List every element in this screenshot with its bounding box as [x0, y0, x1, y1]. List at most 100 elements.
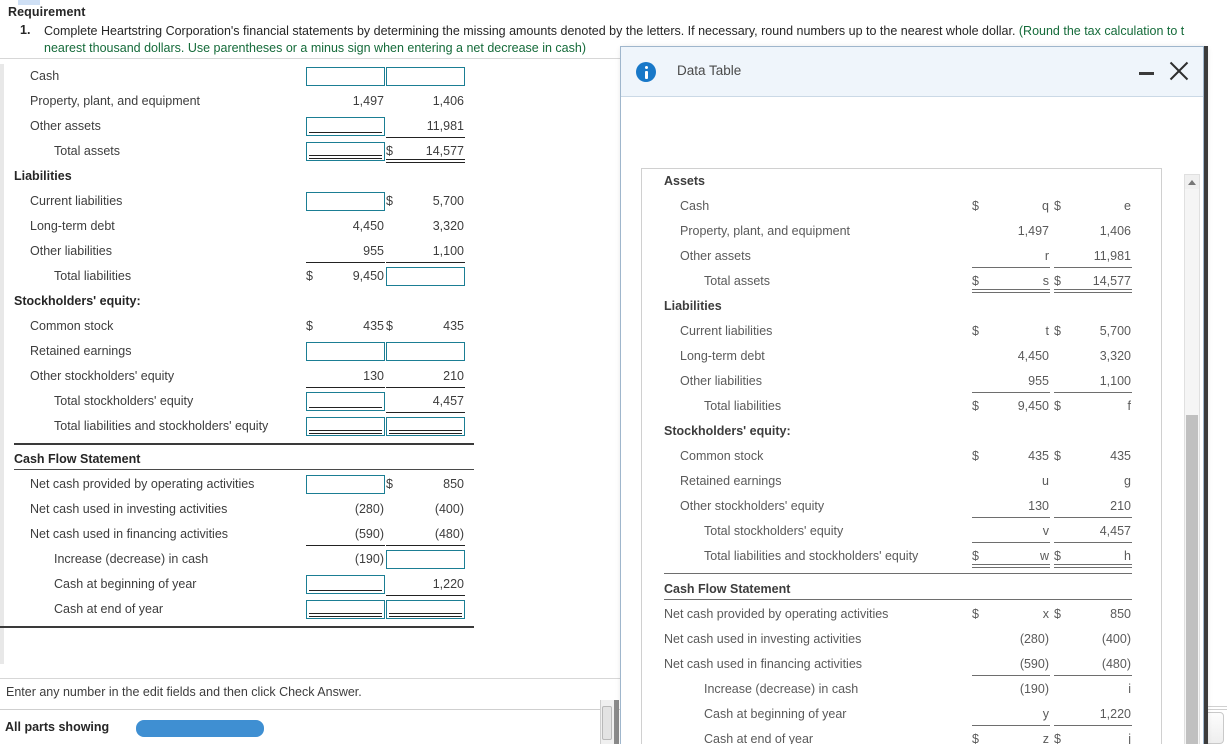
data-table-row-label: Retained earnings	[680, 474, 782, 488]
statement-cell-a[interactable]	[306, 64, 385, 89]
data-table-value: 435	[1028, 449, 1049, 463]
amount-input[interactable]	[306, 192, 385, 211]
statement-cell-a: $9,450	[306, 264, 385, 289]
statement-row: Cash	[0, 64, 620, 89]
statement-row: Net cash used in financing activities (59…	[0, 522, 620, 547]
statement-row-label: Retained earnings	[30, 344, 132, 358]
statement-cell-a[interactable]	[306, 189, 385, 214]
scroll-up-icon[interactable]	[1185, 175, 1199, 189]
data-table-value: 1,100	[1099, 374, 1131, 388]
minimize-icon[interactable]	[1136, 61, 1158, 83]
dialog-title-bar: Data Table	[621, 47, 1203, 97]
amount-value: 5,700	[432, 194, 464, 208]
currency-symbol: $	[1054, 607, 1061, 621]
amount-input[interactable]	[386, 267, 465, 286]
amount-input[interactable]	[386, 342, 465, 361]
currency-symbol: $	[1054, 274, 1061, 288]
amount-input[interactable]	[306, 142, 385, 161]
amount-input[interactable]	[306, 117, 385, 136]
statement-row-label: Other stockholders' equity	[30, 369, 175, 383]
statement-row: Property, plant, and equipment 1,497 1,406	[0, 89, 620, 114]
amount-input[interactable]	[306, 67, 385, 86]
hint-divider	[0, 678, 620, 679]
statement-row: Common stock $435 $435	[0, 314, 620, 339]
currency-symbol: $	[972, 449, 979, 463]
data-table-row-label: Total liabilities and stockholders' equi…	[704, 549, 919, 563]
amount-value: (400)	[434, 502, 464, 516]
amount-value: 210	[443, 369, 464, 383]
amount-input[interactable]	[306, 600, 385, 619]
statement-row: Total liabilities $9,450	[0, 264, 620, 289]
page-scrollbar-edge	[614, 700, 619, 744]
statement-cell-a[interactable]	[306, 339, 385, 364]
statement-cell-a[interactable]	[306, 389, 385, 414]
requirement-heading: Requirement	[8, 5, 86, 19]
amount-input[interactable]	[306, 342, 385, 361]
data-table-value: t	[1045, 324, 1049, 338]
statement-cell-a[interactable]	[306, 472, 385, 497]
data-table-section-header-row: Stockholders' equity:	[642, 419, 1161, 444]
data-table-value: (190)	[1019, 682, 1049, 696]
amount-value: 1,220	[432, 577, 464, 591]
statement-cell-a[interactable]	[306, 597, 385, 622]
dialog-scrollbar-thumb[interactable]	[1186, 415, 1198, 744]
data-table-row-label: Property, plant, and equipment	[680, 224, 851, 238]
statement-row-label: Cash at end of year	[54, 602, 164, 616]
statement-row: Net cash used in investing activities (28…	[0, 497, 620, 522]
amount-value: 435	[363, 319, 384, 333]
amount-input[interactable]	[386, 550, 465, 569]
data-table-value: 130	[1028, 499, 1049, 513]
amount-input[interactable]	[386, 417, 465, 436]
data-table-divider	[664, 599, 1132, 600]
section-header-label: Liabilities	[14, 169, 72, 183]
close-icon[interactable]	[1165, 57, 1193, 85]
dialog-right-edge	[1204, 46, 1208, 744]
data-table-value: y	[1042, 707, 1049, 721]
data-table-cell-b: $435	[1054, 444, 1132, 469]
data-table-cell-a: $ z	[972, 727, 1050, 744]
data-table-value: 4,450	[1017, 349, 1049, 363]
statement-cell-b: $850	[386, 472, 465, 497]
statement-cell-b[interactable]	[386, 547, 465, 572]
amount-input[interactable]	[306, 475, 385, 494]
statement-cell-b: $5,700	[386, 189, 465, 214]
statement-cell-a[interactable]	[306, 114, 385, 139]
data-table-cell-b: $ e	[1054, 194, 1132, 219]
data-table-row-label: Other assets	[680, 249, 751, 263]
data-table-cell-b: 1,406	[1054, 219, 1132, 244]
data-table-cell-a: $9,450	[972, 394, 1050, 419]
data-table-row: Total liabilities and stockholders' equi…	[642, 544, 1161, 569]
amount-value: 3,320	[432, 219, 464, 233]
statement-cell-a[interactable]	[306, 572, 385, 597]
data-table-row-label: Net cash used in financing activities	[664, 657, 863, 671]
statement-cell-a[interactable]	[306, 414, 385, 439]
statement-cell-a: 4,450	[306, 214, 385, 239]
data-table-cell-a: (190)	[972, 677, 1050, 702]
data-table-section-header: Stockholders' equity:	[664, 424, 791, 438]
currency-symbol: $	[1054, 324, 1061, 338]
dialog-scrollbar-track[interactable]	[1184, 174, 1200, 744]
currency-symbol: $	[1054, 549, 1061, 563]
data-table-cell-a: $ s	[972, 269, 1050, 294]
data-table-cell-b: 11,981	[1054, 244, 1132, 269]
data-table-value: 4,457	[1099, 524, 1131, 538]
statement-cell-b[interactable]	[386, 339, 465, 364]
progress-pill[interactable]	[136, 720, 264, 737]
statement-cell-b[interactable]	[386, 597, 465, 622]
dialog-body: Assets Cash $ q $ e Property, plant, and equip…	[621, 98, 1203, 744]
amount-input[interactable]	[306, 392, 385, 411]
amount-input[interactable]	[386, 67, 465, 86]
statement-cell-a[interactable]	[306, 139, 385, 164]
data-table-row: Net cash used in investing activities (28…	[642, 627, 1161, 652]
amount-input[interactable]	[306, 417, 385, 436]
page-scrollbar-thumb[interactable]	[602, 706, 612, 740]
amount-input[interactable]	[306, 575, 385, 594]
amount-input[interactable]	[386, 600, 465, 619]
statement-row-label: Cash	[30, 69, 60, 83]
data-table-section-header: Liabilities	[664, 299, 722, 313]
data-table-section-header: Assets	[664, 174, 705, 188]
statement-cell-b[interactable]	[386, 264, 465, 289]
hint-text: Enter any number in the edit fields and …	[6, 685, 362, 699]
statement-cell-b[interactable]	[386, 64, 465, 89]
statement-cell-b[interactable]	[386, 414, 465, 439]
